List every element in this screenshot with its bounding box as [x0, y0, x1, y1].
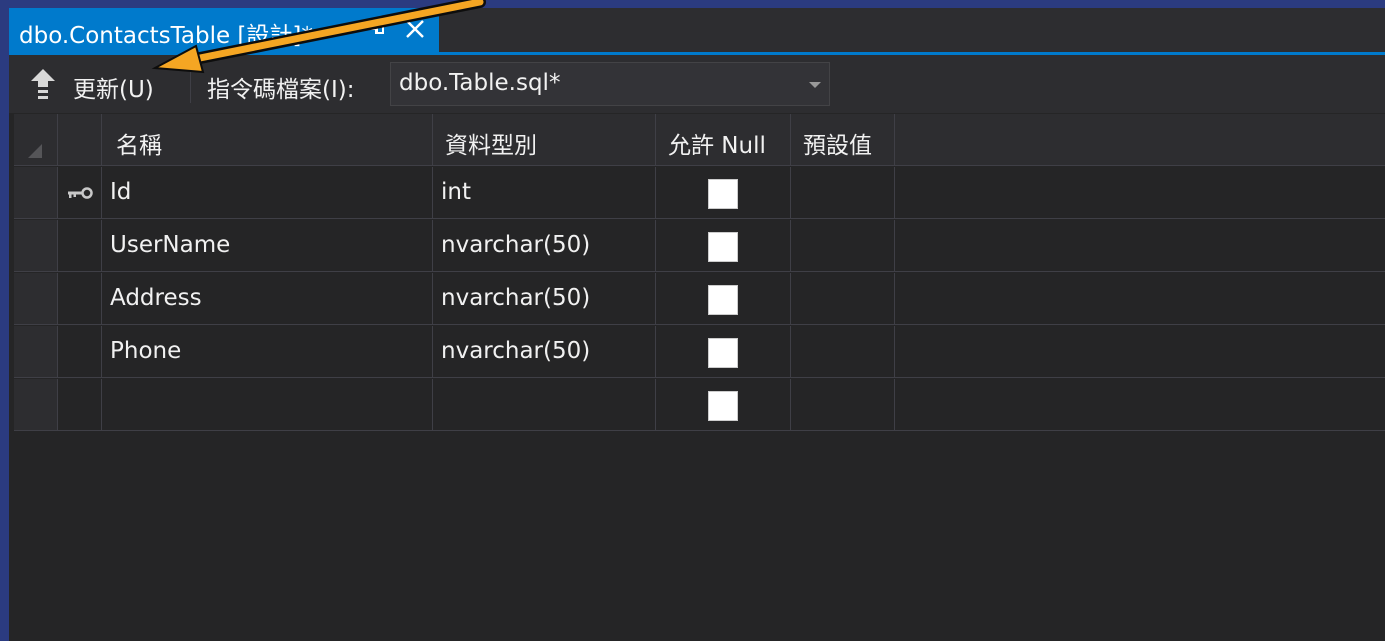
table-row[interactable]: Id int [14, 167, 1385, 220]
row-selector[interactable] [14, 273, 58, 325]
table-row[interactable]: Phone nvarchar(50) [14, 326, 1385, 379]
header-default-label: 預設值 [803, 133, 872, 159]
default-cell[interactable] [791, 167, 895, 219]
default-cell[interactable] [791, 220, 895, 272]
data-type-cell[interactable] [433, 379, 656, 431]
script-file-value: dbo.Table.sql* [399, 70, 561, 96]
tab-title: dbo.ContactsTable [設計]* [19, 23, 313, 49]
table-row[interactable]: Address nvarchar(50) [14, 273, 1385, 326]
column-data-type: nvarchar(50) [441, 232, 591, 258]
allow-null-checkbox[interactable] [708, 232, 738, 262]
row-selector[interactable] [14, 167, 58, 219]
allow-null-cell [656, 167, 791, 219]
column-name: Id [110, 179, 132, 205]
table-designer: dbo.ContactsTable [設計]* 更新(U) 指令碼檔案(I): … [9, 8, 1385, 641]
column-data-type: nvarchar(50) [441, 285, 591, 311]
allow-null-checkbox[interactable] [708, 338, 738, 368]
pin-icon[interactable] [367, 20, 385, 38]
name-cell[interactable]: Phone [102, 326, 433, 378]
header-data-type[interactable]: 資料型別 [433, 114, 656, 166]
key-cell [58, 379, 102, 431]
table-row-new[interactable] [14, 379, 1385, 432]
allow-null-cell [656, 326, 791, 378]
data-type-cell[interactable]: nvarchar(50) [433, 326, 656, 378]
name-cell[interactable]: Id [102, 167, 433, 219]
name-cell[interactable] [102, 379, 433, 431]
key-icon [68, 187, 93, 199]
script-file-label: 指令碼檔案(I): [207, 77, 355, 103]
select-all-corner[interactable] [14, 114, 58, 166]
grid-header-row: 名稱 資料型別 允許 Null 預設值 [14, 114, 1385, 167]
document-tab-bar: dbo.ContactsTable [設計]* [9, 8, 1385, 54]
column-data-type: nvarchar(50) [441, 338, 591, 364]
row-selector[interactable] [14, 379, 58, 431]
update-button[interactable]: 更新(U) [73, 70, 154, 104]
column-name: Phone [110, 338, 182, 364]
row-filler [895, 273, 1385, 325]
header-allow-null[interactable]: 允許 Null [656, 114, 791, 166]
key-cell [58, 273, 102, 325]
key-cell [58, 326, 102, 378]
column-data-type: int [441, 179, 471, 205]
row-filler [895, 220, 1385, 272]
upload-arrow-icon[interactable] [31, 69, 55, 101]
key-cell [58, 220, 102, 272]
name-cell[interactable]: UserName [102, 220, 433, 272]
allow-null-checkbox[interactable] [708, 391, 738, 421]
header-filler [895, 114, 1385, 166]
window-frame-left [0, 0, 9, 641]
header-key [58, 114, 102, 166]
close-icon[interactable] [404, 18, 426, 40]
data-type-cell[interactable]: nvarchar(50) [433, 220, 656, 272]
column-name: UserName [110, 232, 231, 258]
header-default[interactable]: 預設值 [791, 114, 895, 166]
name-cell[interactable]: Address [102, 273, 433, 325]
key-cell [58, 167, 102, 219]
allow-null-cell [656, 273, 791, 325]
column-name: Address [110, 285, 202, 311]
allow-null-checkbox[interactable] [708, 285, 738, 315]
script-file-dropdown[interactable]: dbo.Table.sql* [390, 62, 830, 106]
table-row[interactable]: UserName nvarchar(50) [14, 220, 1385, 273]
header-allow-null-label: 允許 Null [668, 133, 766, 159]
default-cell[interactable] [791, 379, 895, 431]
header-name-label: 名稱 [116, 133, 162, 159]
toolbar-separator [190, 67, 191, 103]
row-filler [895, 379, 1385, 431]
row-filler [895, 167, 1385, 219]
row-filler [895, 326, 1385, 378]
designer-toolbar: 更新(U) 指令碼檔案(I): dbo.Table.sql* [9, 55, 1385, 113]
default-cell[interactable] [791, 326, 895, 378]
header-name[interactable]: 名稱 [102, 114, 433, 166]
allow-null-cell [656, 220, 791, 272]
window-frame-top [0, 0, 1385, 8]
tab-contacts-table-design[interactable]: dbo.ContactsTable [設計]* [9, 8, 439, 52]
default-cell[interactable] [791, 273, 895, 325]
allow-null-cell [656, 379, 791, 431]
header-data-type-label: 資料型別 [445, 133, 537, 159]
chevron-down-icon[interactable] [809, 82, 821, 88]
row-selector[interactable] [14, 326, 58, 378]
data-type-cell[interactable]: nvarchar(50) [433, 273, 656, 325]
corner-triangle-icon [28, 144, 42, 158]
data-type-cell[interactable]: int [433, 167, 656, 219]
allow-null-checkbox[interactable] [708, 179, 738, 209]
row-selector[interactable] [14, 220, 58, 272]
